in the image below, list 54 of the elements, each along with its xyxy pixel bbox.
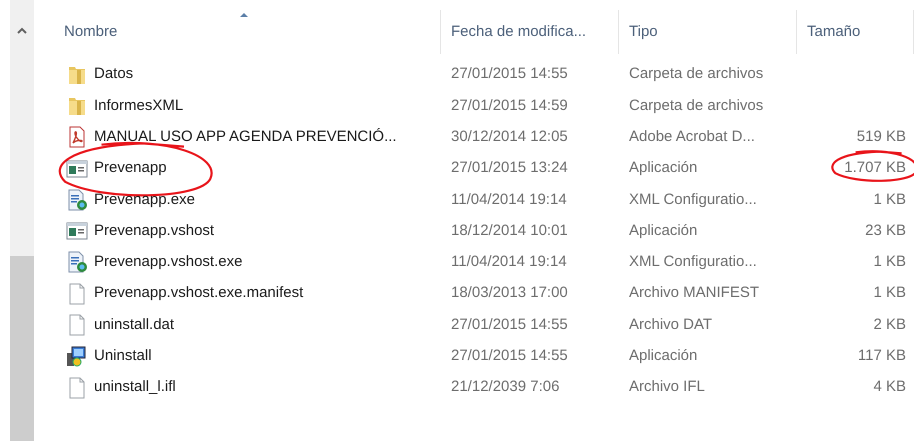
file-type: XML Configuratio... [629,253,757,270]
installer-icon [66,345,88,368]
scrollbar-thumb[interactable] [10,256,34,441]
file-size: 117 KB [858,346,906,366]
file-size: 1 KB [873,252,906,272]
sort-ascending-icon [239,12,249,18]
file-type: Archivo IFL [629,378,705,396]
file-size: 1.707 KB [844,158,906,178]
file-name: InformesXML [94,96,184,116]
file-size: 4 KB [873,377,906,398]
file-type: Carpeta de archivos [629,96,764,114]
column-header[interactable]: Tipo [619,10,797,54]
modified-date: 18/12/2014 10:01 [451,222,568,239]
file-name: Prevenapp [94,158,167,178]
file-size: 519 KB [856,126,906,147]
column-header[interactable]: Nombre [34,10,441,54]
file-size: 2 KB [873,314,906,335]
modified-date: 18/03/2013 17:00 [451,284,568,302]
modified-date: 27/01/2015 14:59 [451,96,568,114]
modified-date: 30/12/2014 12:05 [451,128,568,145]
application-window-icon [66,220,88,242]
column-header[interactable]: Fecha de modifica... [441,10,619,54]
file-name: Prevenapp.vshost [94,220,214,241]
file-name: Uninstall [94,346,152,366]
file-name: MANUAL USO APP AGENDA PREVENCIÓ... [94,126,397,147]
file-size: 1 KB [873,190,906,210]
config-file-icon [66,188,88,211]
file-name: uninstall.dat [94,314,174,335]
file-type: Adobe Acrobat D... [629,128,755,145]
file-name: uninstall_l.ifl [94,377,176,398]
modified-date: 21/12/2039 7:06 [451,378,560,396]
application-window-icon [66,158,88,180]
config-file-icon [66,251,88,274]
file-type: Aplicación [629,347,698,364]
modified-date: 11/04/2014 19:14 [451,190,567,208]
file-type: Archivo DAT [629,316,712,333]
modified-date: 11/04/2014 19:14 [451,253,567,270]
modified-date: 27/01/2015 14:55 [451,65,568,82]
modified-date: 27/01/2015 13:24 [451,159,568,176]
column-header[interactable]: Tamaño [797,10,914,54]
modified-date: 27/01/2015 14:55 [451,316,568,333]
file-name: Datos [94,64,134,84]
file-name: Prevenapp.exe [94,190,195,210]
scrollbar[interactable] [10,0,34,441]
modified-date: 27/01/2015 14:55 [451,347,568,364]
file-type: Aplicación [629,222,698,239]
file-size: 23 KB [865,220,906,241]
file-type: XML Configuratio... [629,190,757,208]
file-type: Aplicación [629,159,698,176]
file-name: Prevenapp.vshost.exe [94,252,242,272]
file-type: Carpeta de archivos [629,65,764,82]
file-type: Archivo MANIFEST [629,284,760,302]
file-size: 1 KB [873,283,906,304]
file-name: Prevenapp.vshost.exe.manifest [94,283,304,304]
